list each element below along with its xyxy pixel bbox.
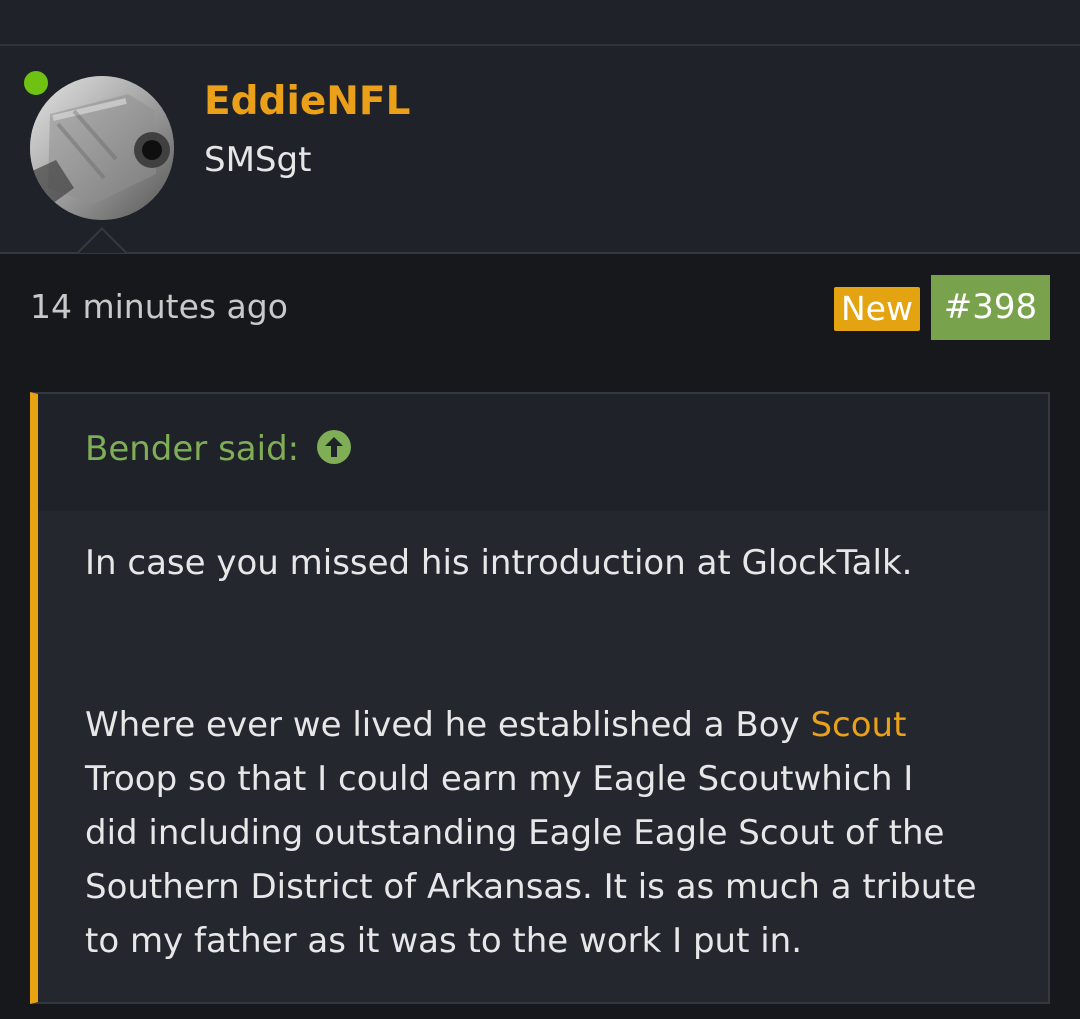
quote-line-4: did including outstanding Eagle Eagle Sc… <box>85 813 945 853</box>
quote-box: Bender said: In case you missed his intr… <box>30 392 1050 1004</box>
user-title: SMSgt <box>204 140 312 180</box>
header-pointer <box>76 227 128 253</box>
new-badge: New <box>834 287 920 331</box>
avatar[interactable] <box>30 76 174 220</box>
post-number-link[interactable]: #398 <box>931 275 1050 340</box>
quote-line-3: Troop so that I could earn my Eagle Scou… <box>85 759 914 799</box>
post-timestamp[interactable]: 14 minutes ago <box>30 287 288 327</box>
quote-line-2: Where ever we lived he established a Boy… <box>85 698 1015 752</box>
avatar-image <box>30 76 174 220</box>
scout-link[interactable]: Scout <box>810 705 906 745</box>
quote-line-1: In case you missed his introduction at G… <box>85 543 913 583</box>
arrow-up-icon[interactable] <box>317 430 351 464</box>
quote-line-6: to my father as it was to the work I put… <box>85 921 803 961</box>
online-status-dot <box>20 67 52 99</box>
top-strip <box>0 0 1080 46</box>
quote-body: In case you missed his introduction at G… <box>38 511 1048 1002</box>
quote-header: Bender said: <box>38 394 1048 511</box>
quote-line-5: Southern District of Arkansas. It is as … <box>85 867 977 907</box>
username-link[interactable]: EddieNFL <box>204 80 410 124</box>
quote-author[interactable]: Bender said: <box>85 428 299 470</box>
quote-text-before-link: Where ever we lived he established a Boy <box>85 705 800 745</box>
